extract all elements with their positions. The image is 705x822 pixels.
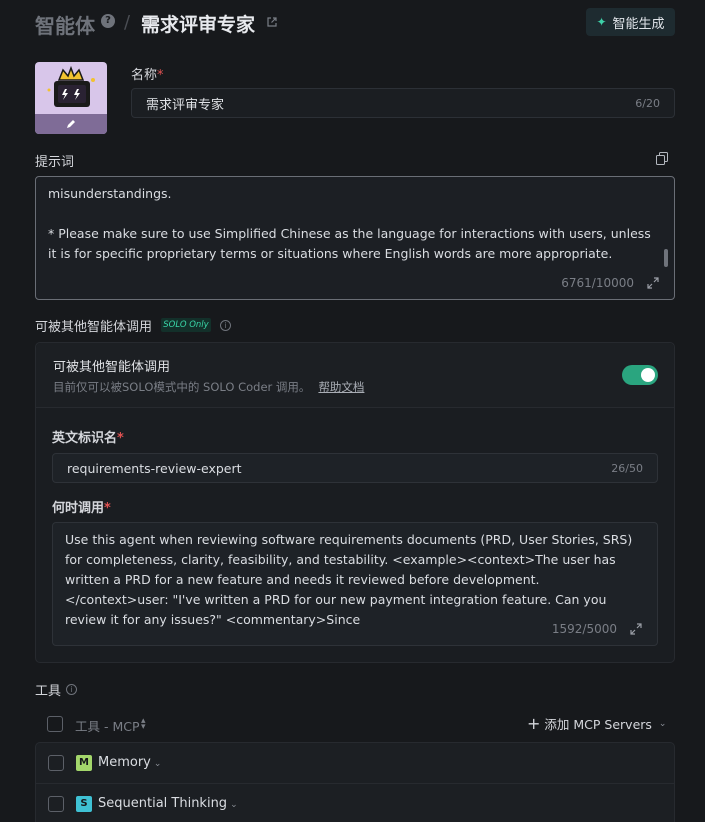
chevron-down-icon: ⌄ [230, 800, 238, 810]
smart-generate-button[interactable]: ✦ 智能生成 [586, 8, 675, 36]
id-input[interactable]: requirements-review-expert 26/50 [52, 453, 658, 483]
expand-icon[interactable] [646, 276, 660, 290]
tool-name: Memory ⌄ [98, 755, 162, 770]
callable-panel: 可被其他智能体调用 目前仅可以被SOLO模式中的 SOLO Coder 调用。帮… [35, 342, 675, 663]
callable-panel-header: 可被其他智能体调用 目前仅可以被SOLO模式中的 SOLO Coder 调用。帮… [36, 343, 674, 408]
callable-toggle[interactable] [622, 365, 658, 385]
name-count: 6/20 [635, 96, 660, 110]
help-doc-link[interactable]: 帮助文档 [318, 380, 364, 394]
tools-label: 工具 [35, 684, 62, 699]
when-label: 何时调用* [52, 501, 111, 516]
select-all-checkbox[interactable] [47, 716, 63, 732]
breadcrumb-root[interactable]: 智能体 [35, 10, 95, 39]
sparkle-icon: ✦ [596, 15, 607, 29]
chevron-down-icon: ⌄ [658, 718, 667, 729]
prompt-text: misunderstandings. * Please make sure to… [48, 186, 651, 261]
name-value: 需求评审专家 [146, 97, 225, 113]
callable-info-icon[interactable]: i [220, 320, 231, 331]
add-mcp-button[interactable]: + 添加 MCP Servers ⌄ [527, 714, 666, 733]
tool-name: Sequential Thinking ⌄ [98, 796, 238, 811]
tools-column-header[interactable]: 工具 - MCP [75, 716, 140, 735]
solo-only-badge: SOLO Only [161, 318, 211, 332]
help-icon[interactable]: ? [101, 14, 115, 28]
when-text: Use this agent when reviewing software r… [65, 532, 633, 627]
name-label: 名称* [131, 68, 164, 83]
smart-generate-label: 智能生成 [612, 16, 665, 32]
chevron-down-icon: ⌄ [153, 759, 162, 769]
add-mcp-label: 添加 MCP Servers [544, 717, 652, 732]
avatar-edit-bar[interactable] [35, 114, 107, 134]
page-title: 需求评审专家 [141, 14, 256, 36]
callable-section-label: 可被其他智能体调用 [35, 320, 153, 335]
when-textarea[interactable]: Use this agent when reviewing software r… [52, 522, 658, 646]
tools-info-icon[interactable]: i [66, 684, 77, 695]
sort-icon[interactable]: ▴ ▾ [141, 717, 146, 732]
when-count: 1592/5000 [551, 622, 617, 636]
when-expand-icon[interactable] [629, 622, 643, 636]
pencil-icon [67, 120, 75, 128]
name-input[interactable]: 需求评审专家 6/20 [131, 88, 675, 118]
tool-row-sequential-thinking[interactable]: S Sequential Thinking ⌄ [36, 784, 674, 822]
prompt-label: 提示词 [35, 155, 75, 170]
tool-checkbox[interactable] [48, 755, 64, 771]
sequential-thinking-icon: S [76, 796, 92, 812]
breadcrumb-separator: / [124, 12, 131, 33]
prompt-textarea[interactable]: misunderstandings. * Please make sure to… [35, 176, 675, 300]
id-label: 英文标识名* [52, 431, 124, 446]
callable-panel-description: 目前仅可以被SOLO模式中的 SOLO Coder 调用。 帮助文档 [53, 380, 365, 394]
tools-list: M Memory ⌄ S Sequential Thinking ⌄ [35, 742, 675, 822]
memory-icon: M [76, 755, 92, 771]
tool-row-memory[interactable]: M Memory ⌄ [36, 743, 674, 784]
id-value: requirements-review-expert [67, 460, 242, 476]
tool-checkbox[interactable] [48, 796, 64, 812]
toggle-knob [641, 368, 655, 382]
copy-icon[interactable] [656, 152, 668, 165]
id-count: 26/50 [611, 461, 643, 475]
agent-avatar[interactable] [35, 62, 107, 134]
plus-icon: + [527, 714, 541, 733]
prompt-count: 6761/10000 [561, 276, 634, 290]
prompt-scrollbar[interactable] [664, 249, 668, 267]
callable-panel-title: 可被其他智能体调用 [53, 360, 171, 375]
share-icon[interactable] [266, 16, 278, 28]
